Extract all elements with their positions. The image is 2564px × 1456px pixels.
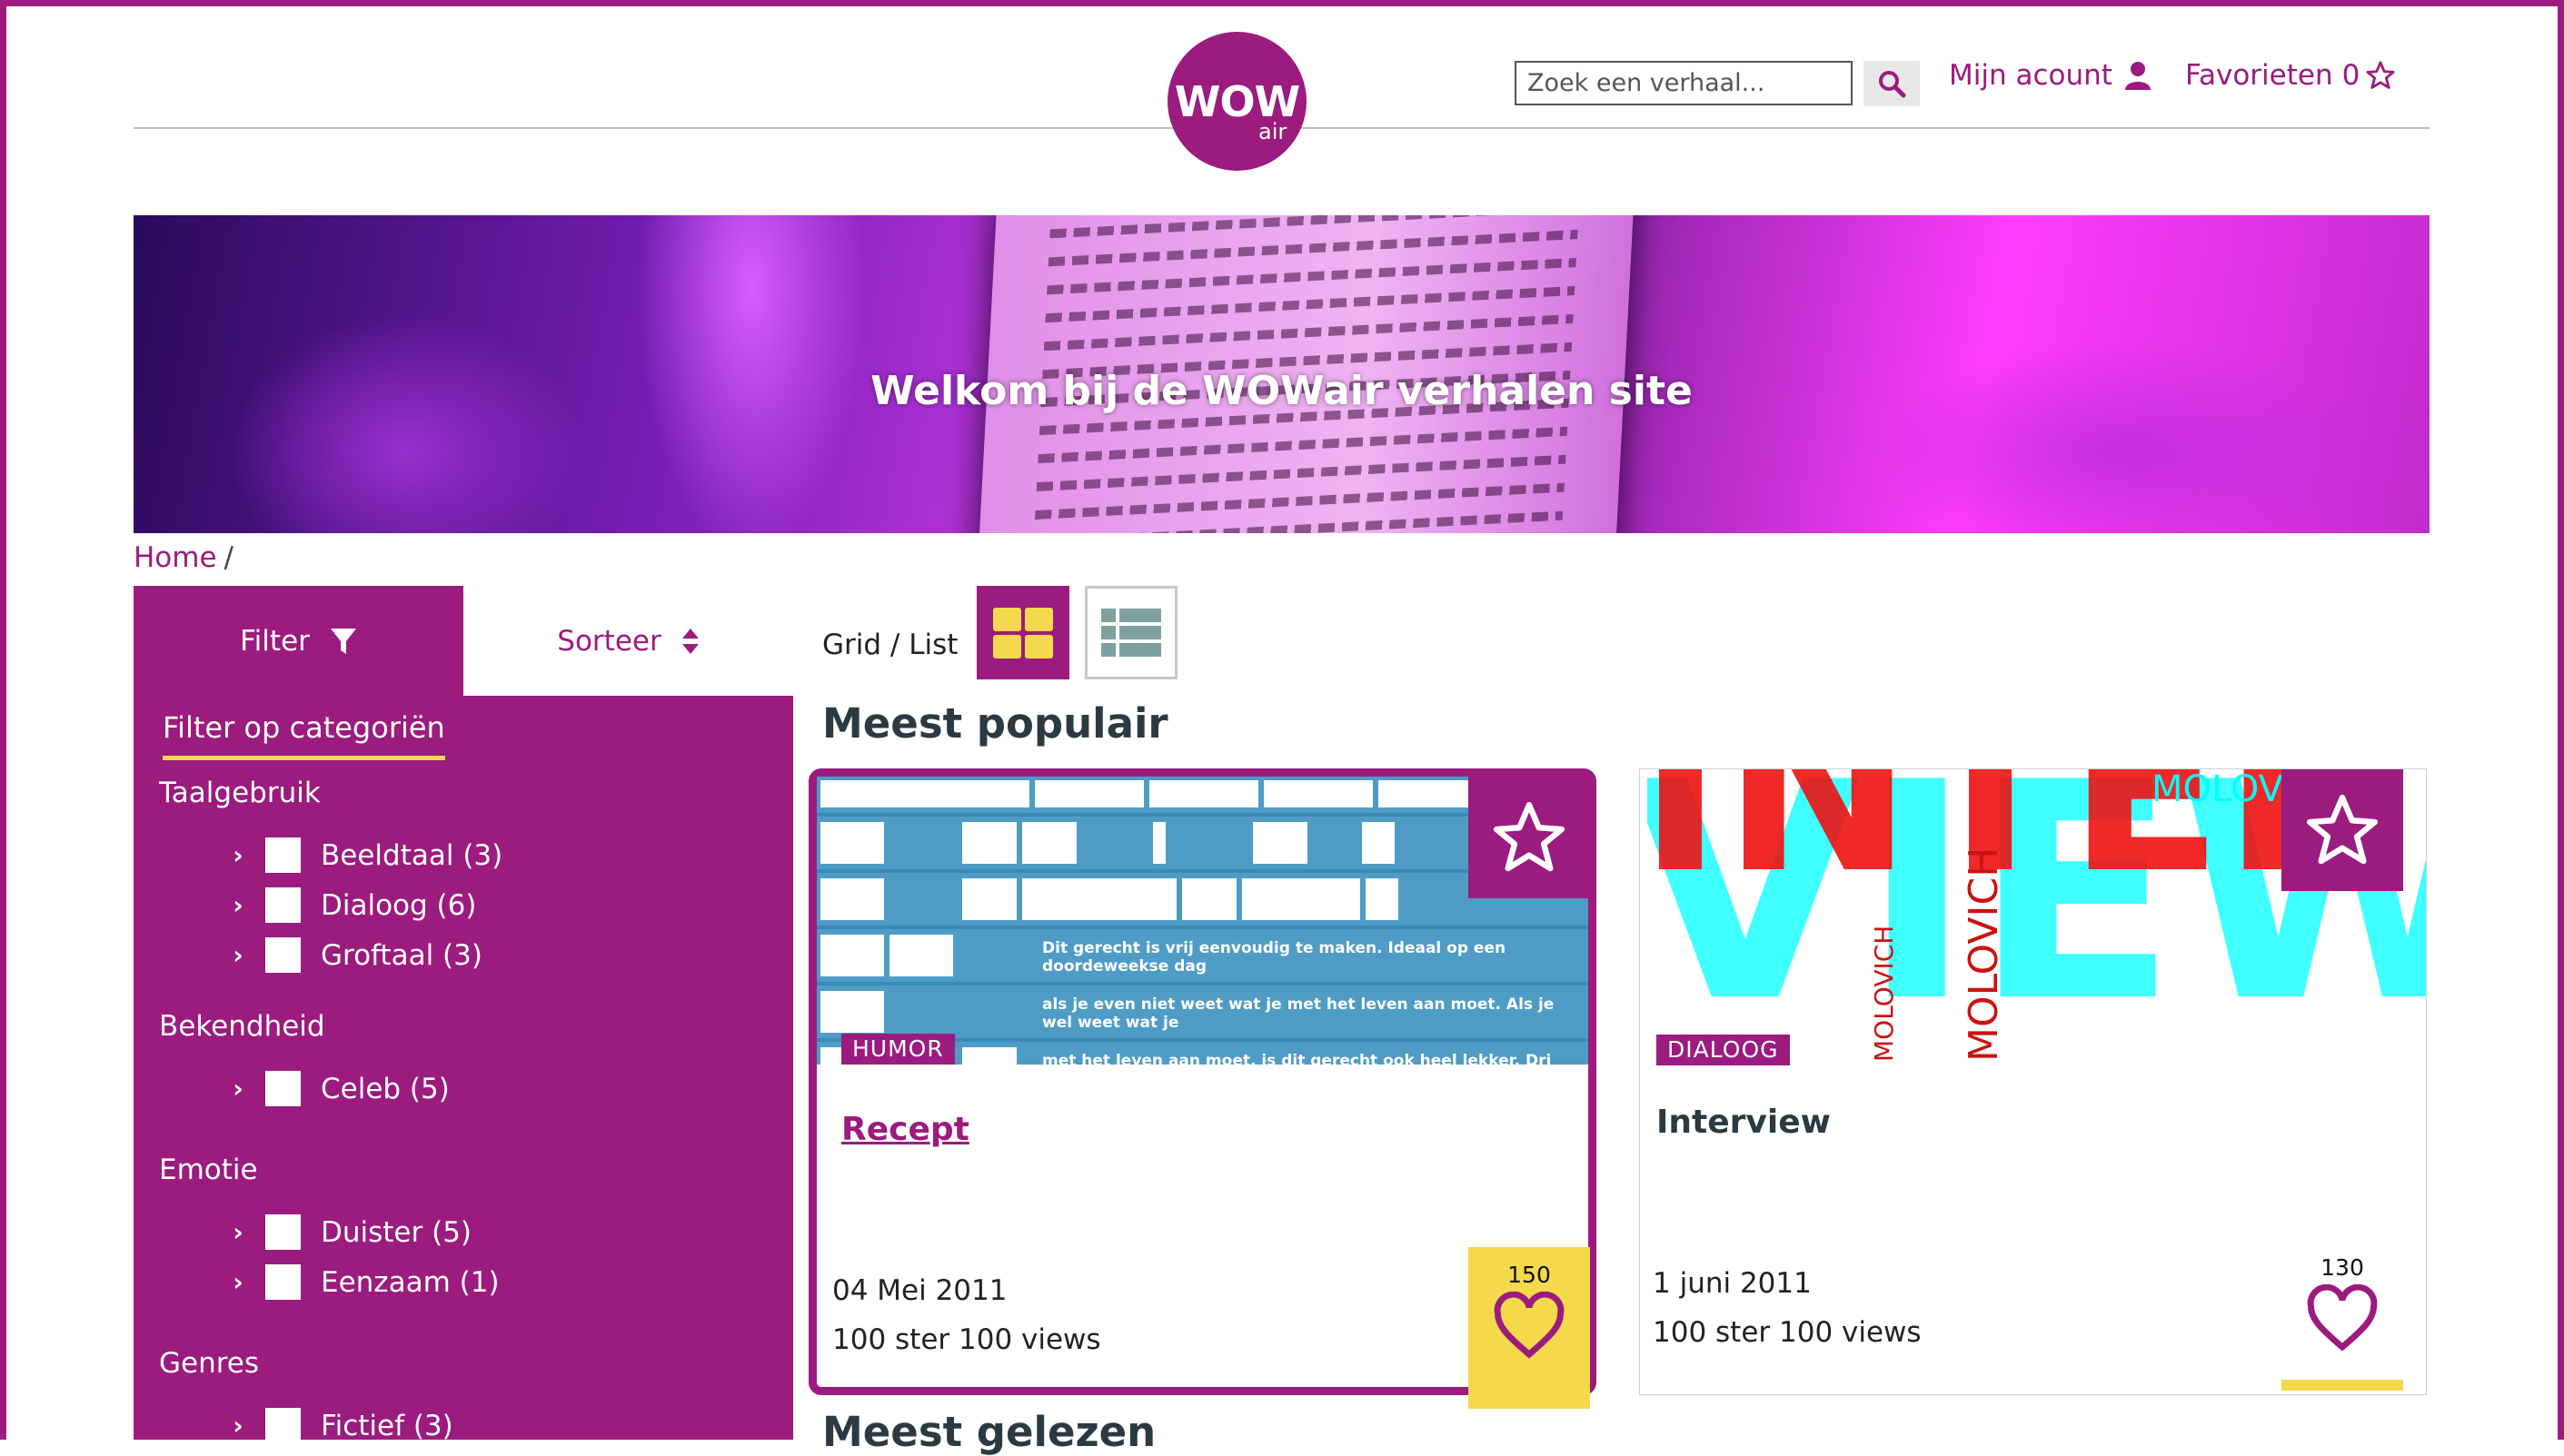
filter-item-label: Celeb (5) xyxy=(321,1072,450,1105)
account-label: Mijn acount xyxy=(1949,59,2112,92)
grid-view-button[interactable] xyxy=(977,586,1069,679)
like-button[interactable]: 130 xyxy=(2281,1240,2403,1391)
wowair-logo[interactable]: WOW air xyxy=(1168,32,1307,171)
tab-filter-label: Filter xyxy=(240,624,310,658)
group-title: Emotie xyxy=(159,1154,258,1186)
group-title: Taalgebruik xyxy=(159,777,321,809)
view-toggle-label: Grid / List xyxy=(822,629,959,661)
sort-icon xyxy=(681,628,699,654)
account-link[interactable]: Mijn acount xyxy=(1949,59,2151,92)
group-title: Genres xyxy=(159,1347,260,1380)
checkbox[interactable] xyxy=(265,837,301,873)
chevron-right-icon[interactable]: › xyxy=(227,1074,249,1104)
star-icon xyxy=(2366,61,2395,89)
filter-item[interactable]: › Celeb (5) xyxy=(227,1071,450,1106)
chevron-right-icon[interactable]: › xyxy=(227,1411,249,1440)
checkbox[interactable] xyxy=(265,1264,301,1300)
image-text-line: Dit gerecht is vrij eenvoudig te maken. … xyxy=(1042,939,1506,976)
list-icon xyxy=(1101,608,1161,657)
favorite-button[interactable] xyxy=(1468,777,1590,898)
checkbox[interactable] xyxy=(265,1408,301,1440)
filter-item[interactable]: › Groftaal (3) xyxy=(227,937,482,973)
favorites-link[interactable]: Favorieten 0 xyxy=(2185,59,2396,92)
like-count: 150 xyxy=(1507,1262,1551,1288)
story-card[interactable]: Dit gerecht is vrij eenvoudig te maken. … xyxy=(809,768,1596,1409)
search-input[interactable] xyxy=(1515,61,1853,105)
heart-icon xyxy=(2307,1284,2378,1352)
grid-icon xyxy=(993,607,1053,659)
filter-item-label: Dialoog (6) xyxy=(321,888,477,922)
star-icon xyxy=(1493,801,1565,872)
filter-item[interactable]: › Beeldtaal (3) xyxy=(227,837,502,873)
search-icon xyxy=(1879,71,1906,98)
like-button[interactable]: 150 xyxy=(1468,1247,1590,1409)
image-text-small: MOLOV xyxy=(2152,769,2284,810)
filter-item[interactable]: › Duister (5) xyxy=(227,1214,472,1250)
favorite-button[interactable] xyxy=(2281,769,2403,891)
heart-icon xyxy=(1494,1292,1565,1359)
chevron-right-icon[interactable]: › xyxy=(227,840,249,870)
section-title-popular: Meest populair xyxy=(822,699,1168,748)
category-tag: DIALOOG xyxy=(1656,1035,1790,1065)
card-title[interactable]: Recept xyxy=(841,1111,969,1148)
favorites-count: 0 xyxy=(2341,59,2360,92)
tab-sort-label: Sorteer xyxy=(557,624,661,658)
breadcrumb-separator: / xyxy=(224,541,234,574)
filter-item[interactable]: › Dialoog (6) xyxy=(227,887,476,923)
checkbox[interactable] xyxy=(265,937,301,973)
list-view-button[interactable] xyxy=(1085,586,1178,679)
card-date: 04 Mei 2011 xyxy=(832,1274,1008,1307)
group-title: Bekendheid xyxy=(159,1010,325,1043)
card-stats: 100 ster 100 views xyxy=(1653,1316,1922,1349)
filter-item-label: Duister (5) xyxy=(321,1215,472,1249)
filter-item-label: Beeldtaal (3) xyxy=(321,838,503,872)
filter-sidebar: Filter Sorteer Filter op categoriën Taal… xyxy=(134,586,793,1440)
image-text-vertical: MOLOVICH xyxy=(1869,926,1899,1062)
image-text-vertical: MOLOVICH xyxy=(1961,847,2007,1062)
chevron-right-icon[interactable]: › xyxy=(227,1267,249,1297)
user-icon xyxy=(2124,62,2151,90)
like-count: 130 xyxy=(2321,1254,2364,1281)
filter-item-label: Groftaal (3) xyxy=(321,938,482,972)
hero-banner: Welkom bij de WOWair verhalen site xyxy=(134,215,2430,533)
tab-filter[interactable]: Filter xyxy=(134,586,463,696)
chevron-right-icon[interactable]: › xyxy=(227,940,249,970)
logo-subtext: air xyxy=(1258,119,1287,144)
search-button[interactable] xyxy=(1863,61,1920,106)
section-title-most-read: Meest gelezen xyxy=(822,1408,1157,1456)
chevron-right-icon[interactable]: › xyxy=(227,890,249,920)
breadcrumb: Home / xyxy=(134,541,234,574)
favorites-label: Favorieten xyxy=(2185,59,2333,92)
filter-item-label: Fictief (3) xyxy=(321,1409,453,1441)
image-text-line: met het leven aan moet, is dit gerecht o… xyxy=(1042,1052,1551,1065)
star-icon xyxy=(2306,794,2379,865)
hero-title: Welkom bij de WOWair verhalen site xyxy=(870,368,1693,414)
card-stats: 100 ster 100 views xyxy=(832,1323,1101,1356)
tab-sort[interactable]: Sorteer xyxy=(463,586,793,696)
checkbox[interactable] xyxy=(265,887,301,923)
filter-item[interactable]: › Fictief (3) xyxy=(227,1408,453,1440)
checkbox[interactable] xyxy=(265,1214,301,1250)
checkbox[interactable] xyxy=(265,1071,301,1106)
funnel-icon xyxy=(330,628,356,654)
breadcrumb-home[interactable]: Home xyxy=(134,541,217,574)
card-date: 1 juni 2011 xyxy=(1653,1267,1812,1300)
story-card[interactable]: VIEW INTER MOLOV MOLOVICH MOLOVICH DIALO… xyxy=(1639,768,2427,1395)
category-tag: HUMOR xyxy=(841,1034,955,1065)
card-title[interactable]: Interview xyxy=(1656,1104,1831,1141)
filter-item-label: Eenzaam (1) xyxy=(321,1265,500,1299)
image-text-line: als je even niet weet wat je met het lev… xyxy=(1042,995,1555,1032)
filter-item[interactable]: › Eenzaam (1) xyxy=(227,1264,500,1300)
category-title: Filter op categoriën xyxy=(163,710,445,760)
chevron-right-icon[interactable]: › xyxy=(227,1217,249,1247)
